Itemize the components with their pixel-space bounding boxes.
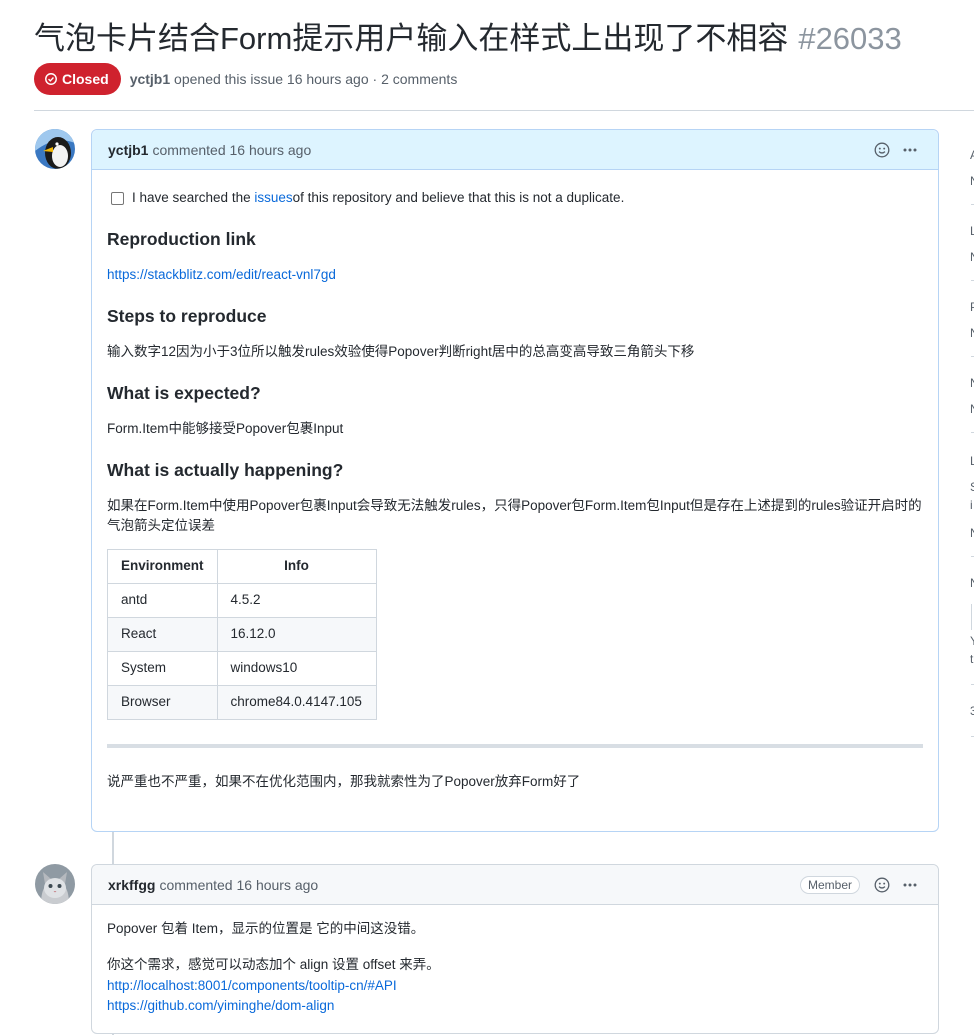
issue-title-text: 气泡卡片结合Form提示用户输入在样式上出现了不相容 <box>34 21 789 56</box>
table-row: antd 4.5.2 <box>107 582 377 618</box>
member-badge: Member <box>799 875 860 894</box>
sidebar-fragment: A <box>970 148 974 162</box>
table-row: Browser chrome84.0.4147.105 <box>107 684 377 720</box>
task-text-after: of this repository and believe that this… <box>292 190 625 205</box>
sidebar-fragment: 3 <box>970 704 974 718</box>
comment-body: Popover 包着 Item，显示的位置是 它的中间这没错。 你这个需求，感觉… <box>92 905 938 1030</box>
table-header-row: Environment Info <box>107 548 377 584</box>
issue-number: #26033 <box>798 21 902 56</box>
comment-yctjb1: yctjb1 commented 16 hours ago I have sea… <box>91 129 939 832</box>
kebab-horizontal-icon[interactable] <box>898 138 922 162</box>
issues-link[interactable]: issues <box>254 188 292 208</box>
table-cell: 16.12.0 <box>216 616 377 652</box>
comment-time[interactable]: commented 16 hours ago <box>152 142 311 158</box>
state-badge: Closed <box>34 63 121 95</box>
footer-text: 说严重也不严重，如果不在优化范围内，那我就索性为了Popover放弃Form好了 <box>107 773 581 789</box>
task-text-before: I have searched the <box>132 190 251 205</box>
sidebar-fragment: N <box>970 376 974 390</box>
kebab-horizontal-icon[interactable] <box>898 873 922 897</box>
table-cell: System <box>107 650 218 686</box>
comment-xrkffgg: xrkffgg commented 16 hours ago Member Po… <box>91 864 939 1034</box>
issue-title: 气泡卡片结合Form提示用户输入在样式上出现了不相容 #26033 <box>34 14 954 64</box>
actual-text: 如果在Form.Item中使用Popover包裹Input会导致无法触发rule… <box>107 498 922 534</box>
sidebar-fragment: N <box>970 576 974 590</box>
reply-line: Popover 包着 Item，显示的位置是 它的中间这没错。 <box>107 921 425 936</box>
environment-table: Environment Info antd 4.5.2 React 16.12.… <box>107 548 377 720</box>
cat-avatar-icon <box>35 864 75 904</box>
sidebar-fragment: Y <box>970 634 974 648</box>
sidebar-fragment: N <box>970 526 974 540</box>
tooltip-api-link[interactable]: http://localhost:8001/components/tooltip… <box>107 978 397 993</box>
markdown-divider <box>107 743 923 748</box>
heading-actual: What is actually happening? <box>107 460 344 481</box>
header-divider <box>34 110 974 111</box>
sidebar-fragment: t <box>970 652 974 666</box>
sidebar-fragment: N <box>970 174 974 188</box>
avatar-xrkffgg[interactable] <box>35 864 75 904</box>
sidebar-fragment: N <box>970 250 974 264</box>
reproduction-link[interactable]: https://stackblitz.com/edit/react-vnl7gd <box>107 267 336 282</box>
table-cell: antd <box>107 582 218 618</box>
heading-reproduction-link: Reproduction link <box>107 229 256 250</box>
closed-issue-icon <box>45 73 57 85</box>
comment-header: xrkffgg commented 16 hours ago Member <box>92 865 938 905</box>
sidebar-fragment: P <box>970 300 974 314</box>
sidebar-fragment: L <box>970 454 974 468</box>
sidebar-fragment: L <box>970 224 974 238</box>
table-cell: 4.5.2 <box>216 582 377 618</box>
sidebar-fragment: N <box>970 326 974 340</box>
task-checkbox[interactable] <box>111 191 124 205</box>
table-cell: React <box>107 616 218 652</box>
expected-text: Form.Item中能够接受Popover包裹Input <box>107 421 344 436</box>
table-header-cell: Environment <box>107 548 218 584</box>
issue-meta-text: yctjb1 opened this issue 16 hours ago · … <box>130 71 458 87</box>
comment-header: yctjb1 commented 16 hours ago <box>92 130 938 170</box>
issue-meta: Closed yctjb1 opened this issue 16 hours… <box>34 63 457 95</box>
state-label: Closed <box>62 71 109 87</box>
sidebar-input-edge[interactable] <box>971 604 972 630</box>
table-header-cell: Info <box>216 548 377 584</box>
table-cell: chrome84.0.4147.105 <box>216 684 377 720</box>
table-row: System windows10 <box>107 650 377 686</box>
heading-steps: Steps to reproduce <box>107 306 267 327</box>
table-cell: windows10 <box>216 650 377 686</box>
timeline-line <box>112 832 114 864</box>
table-row: React 16.12.0 <box>107 616 377 652</box>
comment-body: I have searched the issues of this repos… <box>92 170 938 806</box>
avatar-yctjb1[interactable] <box>35 129 75 169</box>
table-cell: Browser <box>107 684 218 720</box>
issue-author-link[interactable]: yctjb1 <box>130 71 170 87</box>
sidebar-fragment: i <box>970 498 973 512</box>
comment-time[interactable]: commented 16 hours ago <box>159 877 318 893</box>
sidebar-fragment: N <box>970 402 974 416</box>
heading-expected: What is expected? <box>107 383 261 404</box>
dom-align-link[interactable]: https://github.com/yiminghe/dom-align <box>107 998 334 1013</box>
smiley-icon[interactable] <box>870 873 894 897</box>
reply-line: 你这个需求，感觉可以动态加个 align 设置 offset 来弄。 <box>107 957 440 973</box>
sidebar-fragment: S <box>970 480 974 494</box>
comment-author-link[interactable]: xrkffgg <box>108 877 155 893</box>
issue-opened-text: opened this issue 16 hours ago · 2 comme… <box>174 71 458 87</box>
penguin-avatar-icon <box>35 129 75 169</box>
steps-text: 输入数字12因为小于3位所以触发rules效验使得Popover判断right居… <box>107 344 695 359</box>
task-list-item: I have searched the issues of this repos… <box>111 188 923 208</box>
comment-author-link[interactable]: yctjb1 <box>108 142 148 158</box>
smiley-icon[interactable] <box>870 138 894 162</box>
